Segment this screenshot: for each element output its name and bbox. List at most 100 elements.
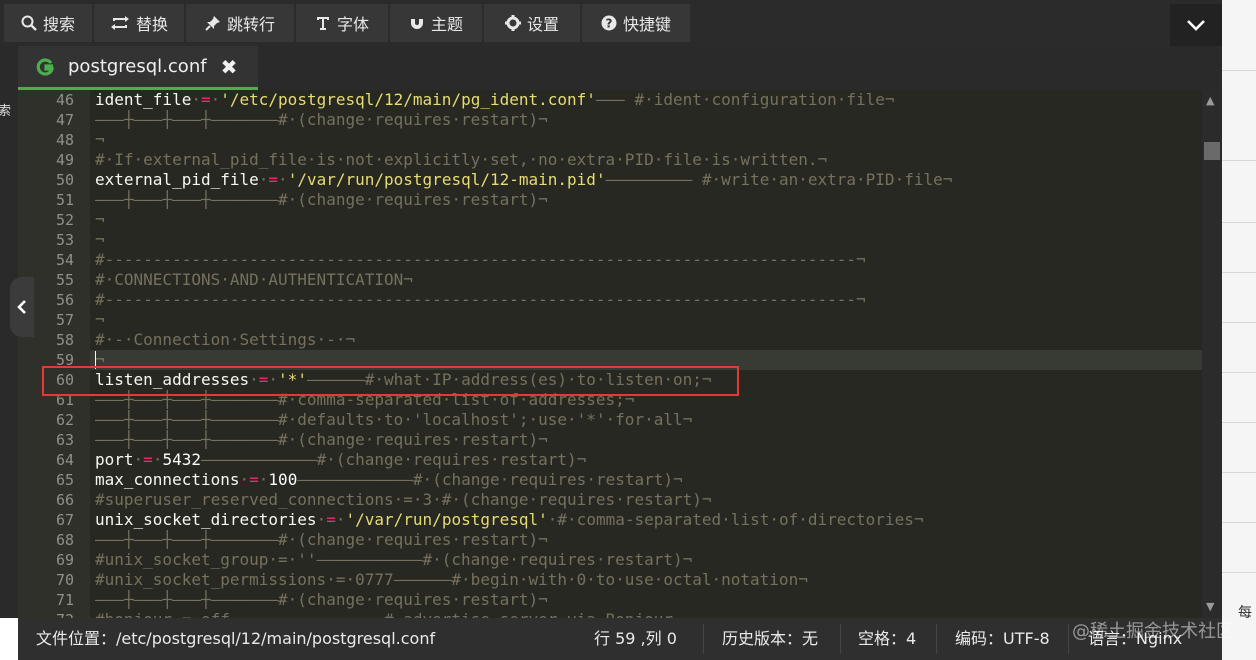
line-number: 62: [55, 411, 74, 429]
cursor-position-status[interactable]: 行 59 ,列 0: [594, 618, 677, 660]
line-number: 49: [55, 151, 74, 169]
code-line[interactable]: 54 #-------------------------------------…: [18, 250, 1202, 270]
code-token: ———┼———┼———┼———————#·(change·requires·re…: [95, 190, 548, 209]
font-button[interactable]: 字体: [296, 4, 388, 42]
line-number: 63: [55, 431, 74, 449]
line-content: ———┼———┼———┼———————#·defaults·to·'localh…: [95, 410, 692, 430]
code-token: '/var/run/postgresql': [345, 510, 548, 529]
indent-status[interactable]: 空格：4: [858, 618, 916, 660]
code-token: #·-·Connection·Settings·-·¬: [95, 330, 356, 349]
code-line[interactable]: 63 ———┼———┼———┼———————#·(change·requires·…: [18, 430, 1202, 450]
shortcuts-button-label: 快捷键: [622, 15, 671, 34]
code-line[interactable]: 51 ———┼———┼———┼———————#·(change·requires·…: [18, 190, 1202, 210]
code-token: #---------------------------------------…: [95, 290, 866, 309]
code-editor[interactable]: 46 ident_file·=·'/etc/postgresql/12/main/…: [18, 90, 1202, 618]
code-line[interactable]: 57 ¬: [18, 310, 1202, 330]
line-content: ———┼———┼———┼———————#·(change·requires·re…: [95, 530, 548, 550]
line-content: unix_socket_directories·=·'/var/run/post…: [95, 510, 923, 530]
svg-text:?: ?: [606, 17, 613, 31]
line-content: max_connections·=·100————————————#·(chan…: [95, 470, 683, 490]
line-number: 53: [55, 231, 74, 249]
code-line[interactable]: 52 ¬: [18, 210, 1202, 230]
history-version-status[interactable]: 历史版本：无: [722, 618, 818, 660]
code-token: ident_file: [95, 90, 192, 109]
code-token: ·: [210, 90, 221, 109]
goto-line-button[interactable]: 跳转行: [186, 4, 294, 42]
code-line[interactable]: 62 ———┼———┼———┼———————#·defaults·to·'loca…: [18, 410, 1202, 430]
tab-postgresql-conf[interactable]: postgresql.conf ✖: [18, 46, 258, 90]
code-token: ———┼———┼———┼———————#·(change·requires·re…: [95, 430, 548, 449]
code-line[interactable]: 69 #unix_socket_group·=·''———————————#·(c…: [18, 550, 1202, 570]
line-content: ———┼———┼———┼———————#·(change·requires·re…: [95, 190, 548, 210]
file-path-status: 文件位置：/etc/postgresql/12/main/postgresql.…: [36, 629, 436, 648]
scroll-up-icon[interactable]: ▲: [1206, 94, 1214, 107]
replace-icon: [110, 16, 129, 30]
line-content: #·CONNECTIONS·AND·AUTHENTICATION¬: [95, 270, 413, 290]
code-line[interactable]: 66 #superuser_reserved_connections·=·3·#·…: [18, 490, 1202, 510]
replace-button-label: 替换: [135, 15, 168, 34]
code-token: ·: [258, 170, 269, 189]
font-icon: [316, 17, 329, 30]
theme-button[interactable]: 主题: [390, 4, 482, 42]
code-token: #bonjour·=·off————————————————#·advertis…: [95, 610, 683, 618]
line-content: ———┼———┼———┼———————#·(change·requires·re…: [95, 110, 548, 130]
code-token: #·If·external_pid_file·is·not·explicitly…: [95, 150, 828, 169]
line-number: 50: [55, 171, 74, 189]
code-line[interactable]: 49 #·If·external_pid_file·is·not·explicit…: [18, 150, 1202, 170]
line-number: 46: [55, 91, 74, 109]
code-line[interactable]: 46 ident_file·=·'/etc/postgresql/12/main/…: [18, 90, 1202, 110]
code-token: =: [326, 510, 336, 529]
code-line[interactable]: 67 unix_socket_directories·=·'/var/run/po…: [18, 510, 1202, 530]
scrollbar-thumb[interactable]: [1204, 142, 1220, 160]
code-token: 5432: [162, 450, 201, 469]
replace-button[interactable]: 替换: [94, 4, 184, 42]
code-token: ¬: [95, 210, 105, 229]
code-line[interactable]: 53 ¬: [18, 230, 1202, 250]
code-token: ————————— #·write·an·extra·PID·file¬: [605, 170, 953, 189]
line-number: 67: [55, 511, 74, 529]
code-line[interactable]: 58 #·-·Connection·Settings·-·¬: [18, 330, 1202, 350]
vertical-scrollbar[interactable]: ▲ ▼: [1202, 90, 1222, 618]
status-bar: 文件位置：/etc/postgresql/12/main/postgresql.…: [18, 618, 1222, 660]
toolbar-collapse-button[interactable]: [1170, 4, 1222, 46]
sidebar-toggle-button[interactable]: [10, 277, 34, 337]
code-line[interactable]: 72 #bonjour·=·off————————————————#·advert…: [18, 610, 1202, 618]
code-token: ·: [152, 450, 163, 469]
tab-bar: postgresql.conf ✖: [0, 46, 1222, 90]
gear-icon: [504, 15, 521, 31]
code-line[interactable]: 64 port·=·5432————————————#·(change·requi…: [18, 450, 1202, 470]
code-line[interactable]: 47 ———┼———┼———┼———————#·(change·requires·…: [18, 110, 1202, 130]
code-line[interactable]: 50 external_pid_file·=·'/var/run/postgres…: [18, 170, 1202, 190]
shortcuts-button[interactable]: ? 快捷键: [582, 4, 690, 42]
line-number: 70: [55, 571, 74, 589]
watermark: @稀土掘金技术社区: [1072, 621, 1234, 642]
line-number: 65: [55, 471, 74, 489]
code-token: external_pid_file: [95, 170, 259, 189]
line-content: #·If·external_pid_file·is·not·explicitly…: [95, 150, 827, 170]
scroll-down-icon[interactable]: ▼: [1206, 600, 1214, 613]
line-content: ———┼———┼———┼———————#·(change·requires·re…: [95, 430, 548, 450]
line-content: ident_file·=·'/etc/postgresql/12/main/pg…: [95, 90, 895, 110]
theme-button-label: 主题: [430, 15, 463, 34]
code-token: ·: [278, 170, 288, 189]
code-line[interactable]: 48 ¬: [18, 130, 1202, 150]
code-line[interactable]: 65 max_connections·=·100————————————#·(ch…: [18, 470, 1202, 490]
encoding-status[interactable]: 编码：UTF-8: [955, 618, 1050, 660]
settings-button-label: 设置: [526, 15, 559, 34]
code-line[interactable]: 55 #·CONNECTIONS·AND·AUTHENTICATION¬: [18, 270, 1202, 290]
search-button[interactable]: 搜索: [4, 4, 92, 42]
line-number: 71: [55, 591, 74, 609]
chevron-left-icon: [17, 300, 26, 314]
code-line[interactable]: 68 ———┼———┼———┼———————#·(change·requires·…: [18, 530, 1202, 550]
line-content: #---------------------------------------…: [95, 290, 866, 310]
settings-button[interactable]: 设置: [484, 4, 580, 42]
help-icon: ?: [601, 15, 617, 31]
line-content: ¬: [95, 310, 105, 330]
code-line[interactable]: 70 #unix_socket_permissions·=·0777——————#…: [18, 570, 1202, 590]
code-token: #·CONNECTIONS·AND·AUTHENTICATION¬: [95, 270, 413, 289]
close-icon[interactable]: ✖: [221, 55, 238, 79]
code-line[interactable]: 56 #-------------------------------------…: [18, 290, 1202, 310]
code-line[interactable]: 71 ———┼———┼———┼———————#·(change·requires·…: [18, 590, 1202, 610]
chevron-down-icon: [1187, 20, 1205, 31]
code-token: max_connections: [95, 470, 240, 489]
